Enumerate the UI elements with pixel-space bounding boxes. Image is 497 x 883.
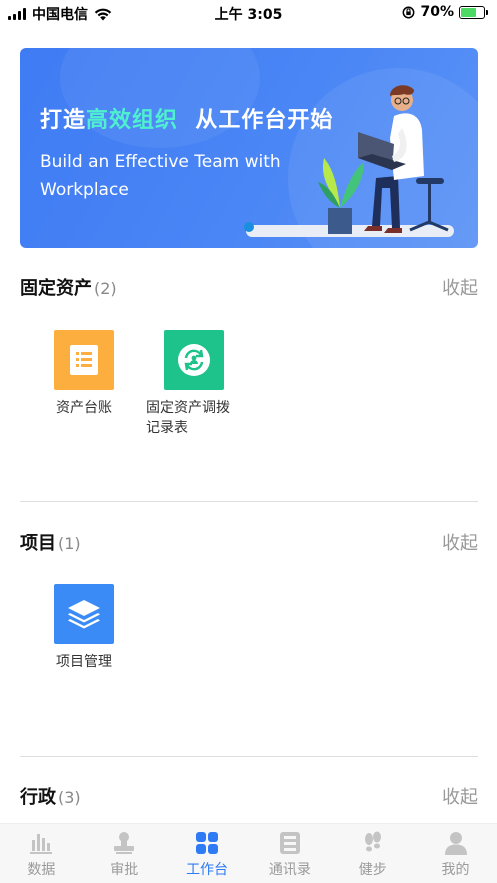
banner-indicator-dot [244, 222, 254, 232]
tab-label: 审批 [110, 862, 139, 878]
banner-title: 打造高效组织 从工作台开始 [40, 108, 334, 133]
collapse-button[interactable]: 收起 [442, 783, 478, 809]
orientation-lock-icon [403, 6, 415, 18]
collapse-button[interactable]: 收起 [442, 274, 478, 300]
section-header-fixed-assets: 固定资产 (2) 收起 [20, 274, 478, 304]
transfer-icon [164, 330, 224, 390]
tab-label: 我的 [441, 862, 470, 878]
status-right: 70% [402, 4, 488, 20]
app-tile-project-management[interactable]: 项目管理 [29, 584, 139, 672]
collapse-button[interactable]: 收起 [442, 529, 478, 555]
section-title: 固定资产 (2) [20, 278, 117, 299]
footprint-icon [360, 830, 386, 856]
tab-data[interactable]: 数据 [0, 824, 83, 883]
ledger-icon [54, 330, 114, 390]
bottom-tab-bar: 数据 审批 工作台 通讯录 健步 我的 [0, 823, 497, 883]
status-bar: 中国电信 上午 3:05 70% [0, 0, 497, 26]
stamp-icon [111, 830, 137, 856]
section-title: 行政 (3) [20, 787, 81, 808]
worker-illustration [318, 85, 449, 234]
app-tile-asset-ledger[interactable]: 资产台账 [29, 330, 139, 418]
section-title: 项目 (1) [20, 533, 81, 554]
section-header-admin: 行政 (3) 收起 [20, 783, 478, 813]
layers-icon [54, 584, 114, 644]
tab-label: 工作台 [186, 862, 229, 878]
tile-label: 资产台账 [56, 400, 112, 416]
tab-approval[interactable]: 审批 [83, 824, 166, 883]
contacts-icon [277, 830, 303, 856]
tab-walking[interactable]: 健步 [331, 824, 414, 883]
tile-label: 固定资产调拨记录表 [146, 400, 230, 436]
tab-profile[interactable]: 我的 [414, 824, 497, 883]
grid-icon [194, 830, 220, 856]
tab-label: 健步 [358, 862, 387, 878]
tab-contacts[interactable]: 通讯录 [248, 824, 331, 883]
banner-title-highlight: 高效组织 [86, 108, 179, 133]
tile-label: 项目管理 [56, 654, 112, 670]
banner-subtitle: Build an Effective Team with Workplace [40, 152, 281, 200]
section-count: (3) [58, 788, 81, 807]
section-count: (2) [94, 279, 117, 298]
app-tile-asset-transfer[interactable]: 固定资产调拨记录表 [139, 330, 249, 438]
section-count: (1) [58, 534, 81, 553]
section-divider [20, 756, 478, 757]
user-icon [443, 830, 469, 856]
section-header-projects: 项目 (1) 收起 [20, 529, 478, 559]
tab-label: 通讯录 [268, 862, 311, 878]
tab-workbench[interactable]: 工作台 [166, 824, 249, 883]
battery-icon [459, 5, 488, 19]
section-divider [20, 501, 478, 502]
chart-icon [28, 830, 54, 856]
promo-banner[interactable]: 打造高效组织 从工作台开始 Build an Effective Team wi… [20, 48, 478, 248]
battery-percent: 70% [420, 4, 454, 20]
tab-label: 数据 [27, 862, 56, 878]
